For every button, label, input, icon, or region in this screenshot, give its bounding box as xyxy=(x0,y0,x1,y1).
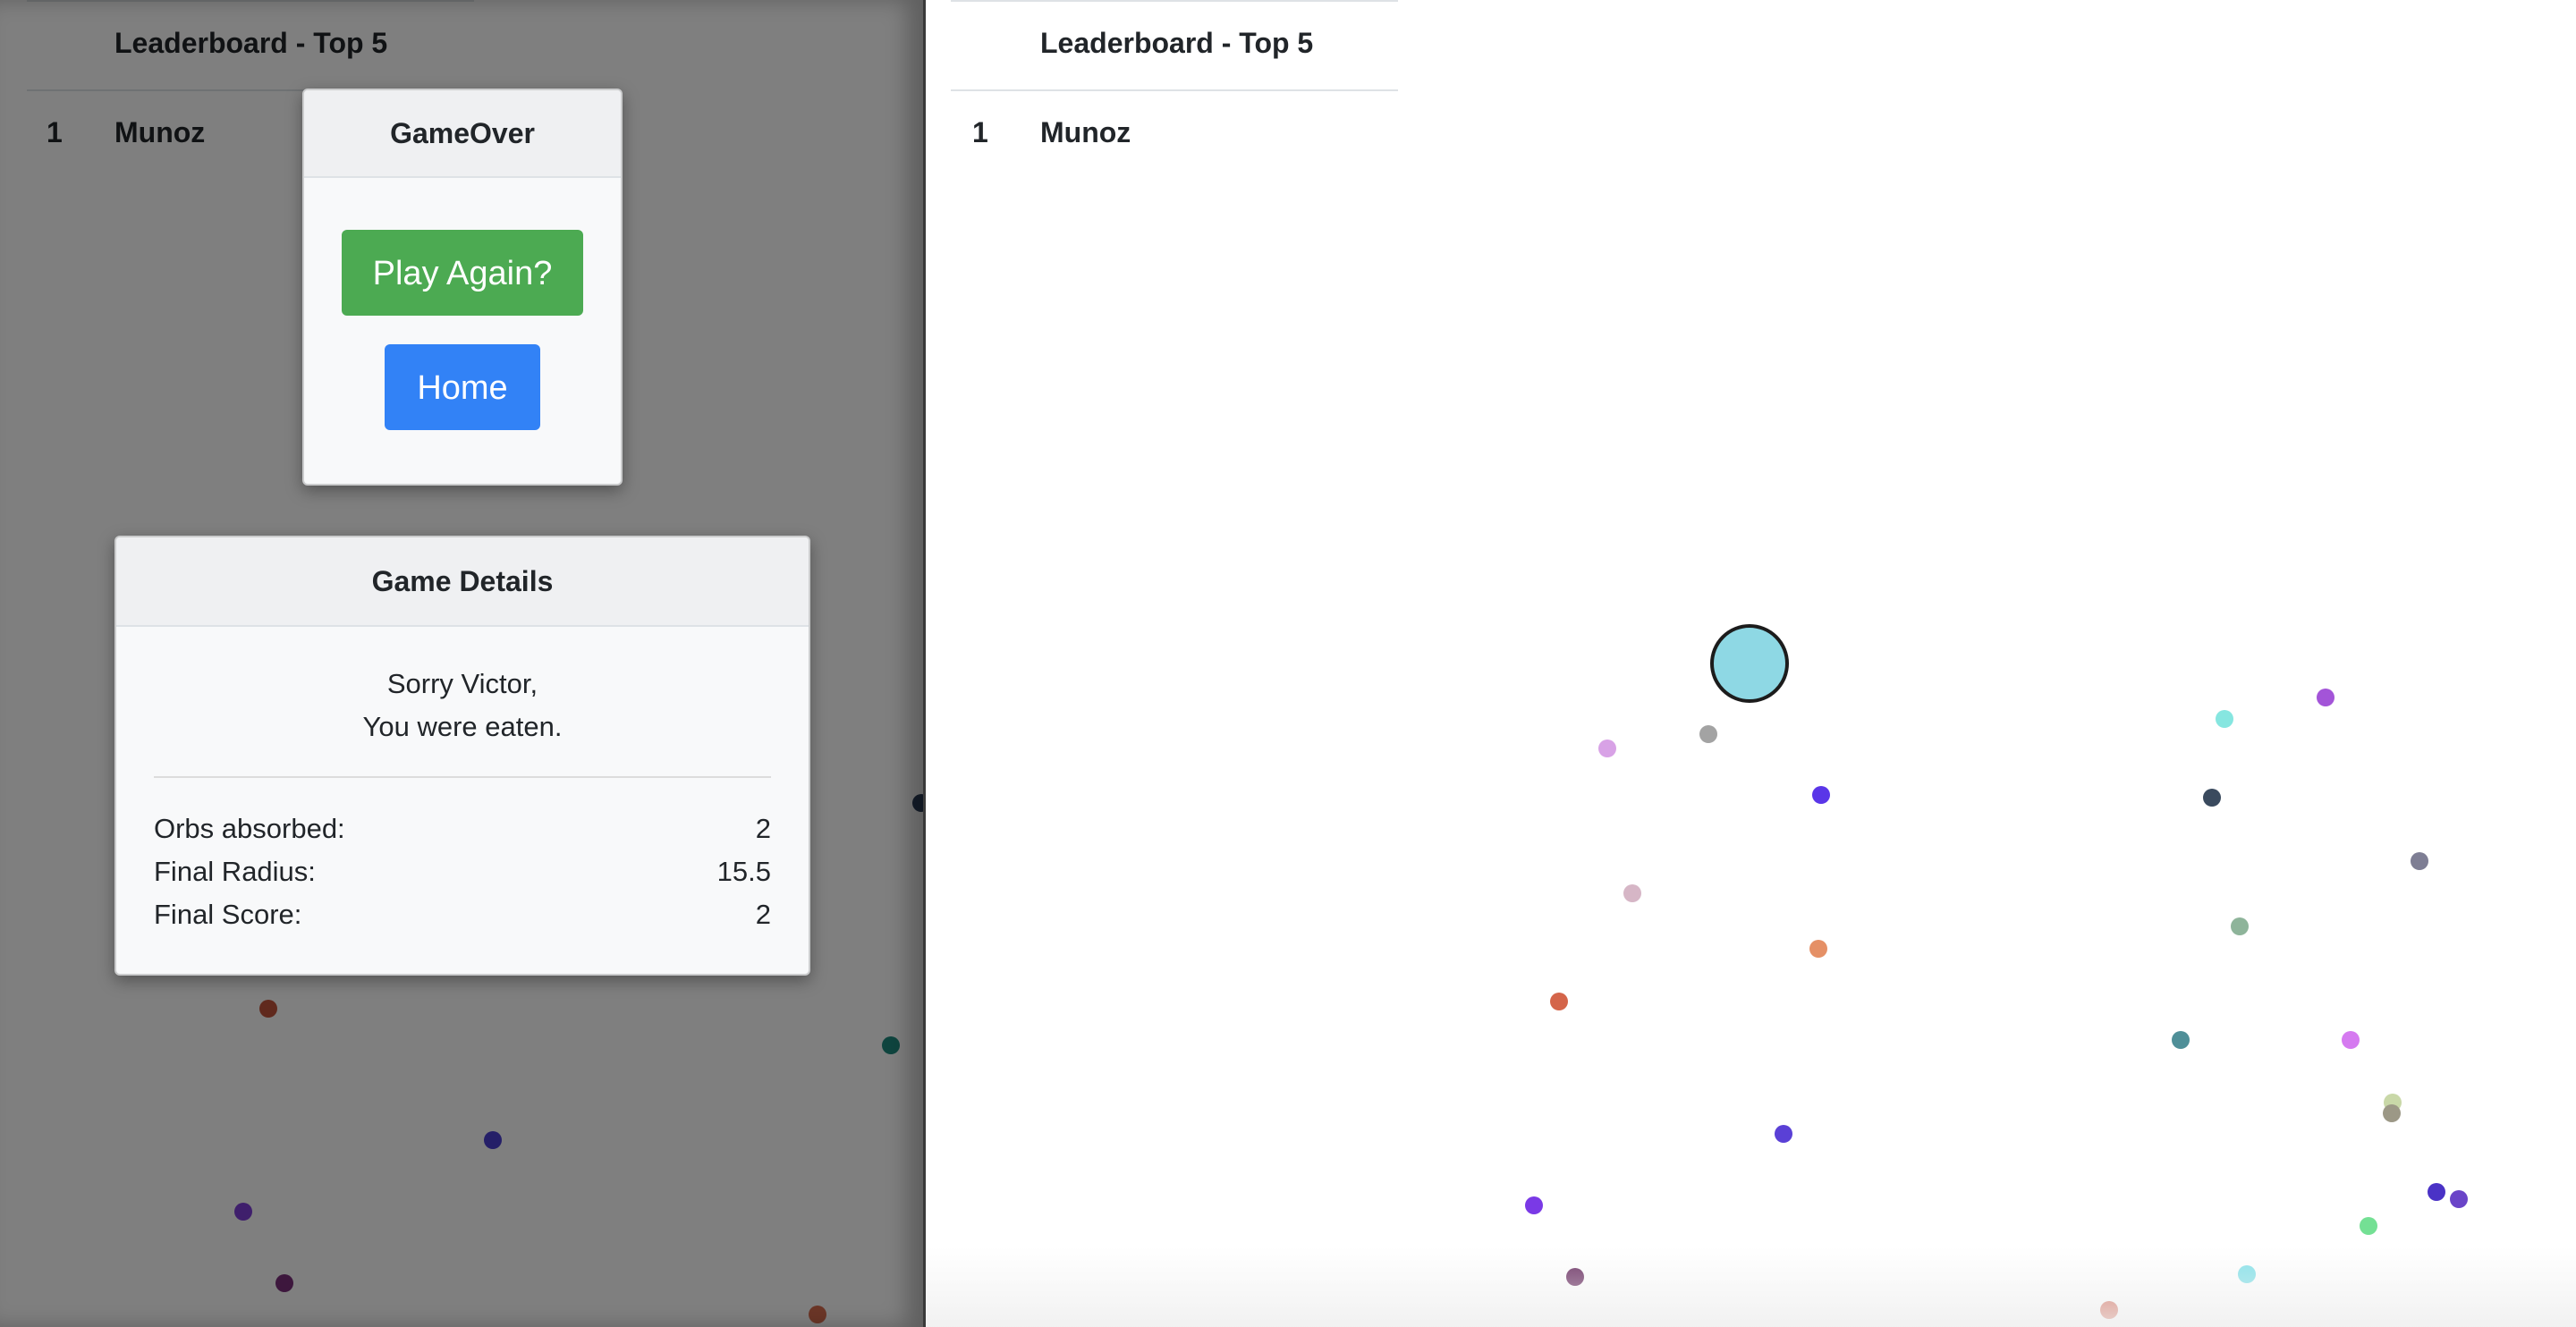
orb xyxy=(2216,710,2233,728)
final-radius-value: 15.5 xyxy=(716,856,771,887)
orb xyxy=(2428,1183,2445,1201)
orb xyxy=(2172,1031,2190,1049)
orb xyxy=(1775,1125,1792,1143)
eaten-message: You were eaten. xyxy=(362,711,563,742)
game-details-modal: Game Details Sorry Victor, You were eate… xyxy=(114,536,810,976)
sorry-message: Sorry Victor, xyxy=(386,668,538,699)
orbs-absorbed-value: 2 xyxy=(755,813,771,844)
orb xyxy=(2342,1031,2360,1049)
leaderboard-title: Leaderboard - Top 5 xyxy=(1040,27,1314,59)
orb xyxy=(2383,1104,2401,1122)
bottom-fade xyxy=(926,1247,2576,1327)
orb xyxy=(2317,689,2334,706)
leaderboard-player-name: Munoz xyxy=(1040,116,1131,148)
orb xyxy=(1812,786,1830,804)
previous-game-pane: Leaderboard - Top 5 1 Munoz GameOver Pla… xyxy=(0,0,923,1327)
game-details-title: Game Details xyxy=(116,537,809,627)
orb xyxy=(2203,789,2221,807)
orb xyxy=(1550,993,1568,1010)
orb xyxy=(2450,1190,2468,1208)
gameover-modal: GameOver Play Again? Home xyxy=(302,89,623,486)
orb xyxy=(2360,1217,2377,1235)
play-again-button[interactable]: Play Again? xyxy=(342,230,583,316)
orbs-absorbed-label: Orbs absorbed: xyxy=(154,813,345,844)
orb xyxy=(2231,917,2249,935)
final-score-label: Final Score: xyxy=(154,899,302,930)
leaderboard-rank: 1 xyxy=(972,116,988,148)
arena-orb-field xyxy=(926,0,2576,1327)
orb xyxy=(1623,884,1641,902)
details-divider xyxy=(154,776,771,778)
orb xyxy=(2411,852,2428,870)
game-arena-pane[interactable]: Leaderboard - Top 5 1 Munoz xyxy=(926,0,2576,1327)
final-radius-label: Final Radius: xyxy=(154,856,316,887)
home-button[interactable]: Home xyxy=(385,344,540,430)
gameover-title: GameOver xyxy=(304,90,621,178)
orb xyxy=(1525,1196,1543,1214)
final-score-value: 2 xyxy=(755,899,771,930)
orb xyxy=(1598,740,1616,757)
orb xyxy=(1809,940,1827,958)
player-cell xyxy=(1710,624,1789,703)
orb xyxy=(1699,725,1717,743)
